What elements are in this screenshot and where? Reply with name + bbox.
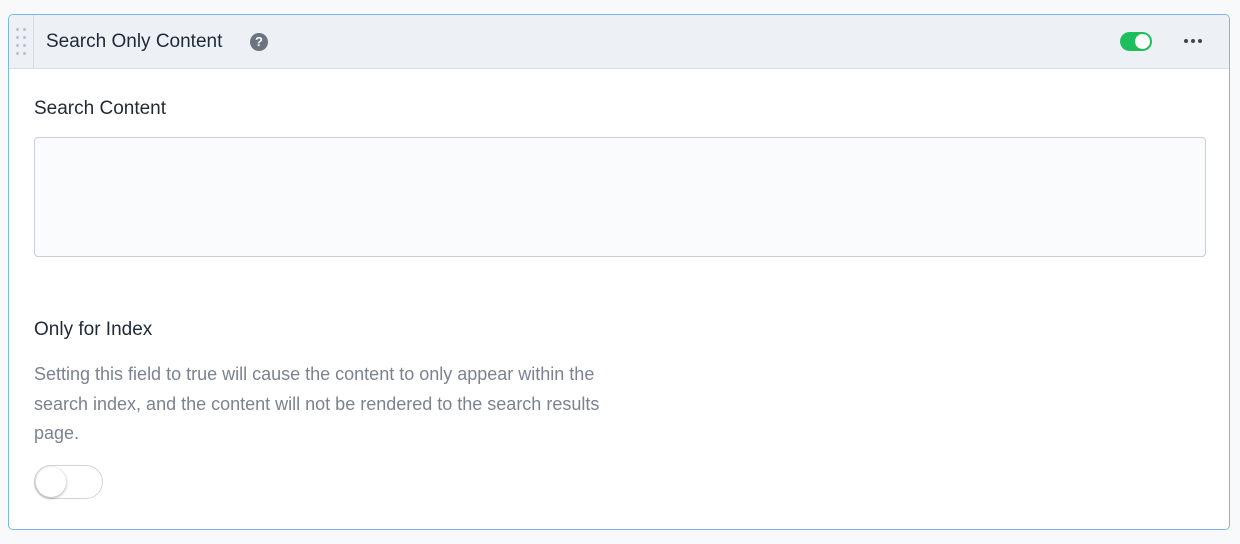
block-title: Search Only Content — [46, 31, 223, 52]
drag-dot — [16, 52, 19, 55]
content-block: Search Only Content ? Search Content Onl… — [8, 14, 1230, 530]
drag-dot — [16, 28, 19, 31]
drag-dot — [23, 28, 26, 31]
drag-dot — [23, 44, 26, 47]
toggle-knob — [1135, 34, 1150, 49]
block-header: Search Only Content ? — [9, 15, 1229, 69]
search-content-textarea[interactable] — [34, 137, 1206, 257]
drag-dot — [23, 36, 26, 39]
question-circle-icon[interactable]: ? — [250, 33, 268, 51]
drag-dot — [16, 44, 19, 47]
menu-dot — [1184, 39, 1188, 43]
menu-dot — [1191, 39, 1195, 43]
drag-dot — [23, 52, 26, 55]
only-for-index-label: Only for Index — [34, 319, 153, 340]
more-horizontal-icon[interactable] — [1181, 30, 1205, 50]
drag-dot — [16, 36, 19, 39]
toggle-knob — [36, 467, 66, 497]
only-for-index-toggle[interactable] — [34, 465, 103, 499]
drag-handle-icon[interactable] — [9, 15, 34, 69]
search-content-label: Search Content — [34, 98, 167, 119]
menu-dot — [1198, 39, 1202, 43]
only-for-index-description: Setting this field to true will cause th… — [34, 364, 600, 443]
block-enabled-toggle[interactable] — [1120, 32, 1152, 51]
